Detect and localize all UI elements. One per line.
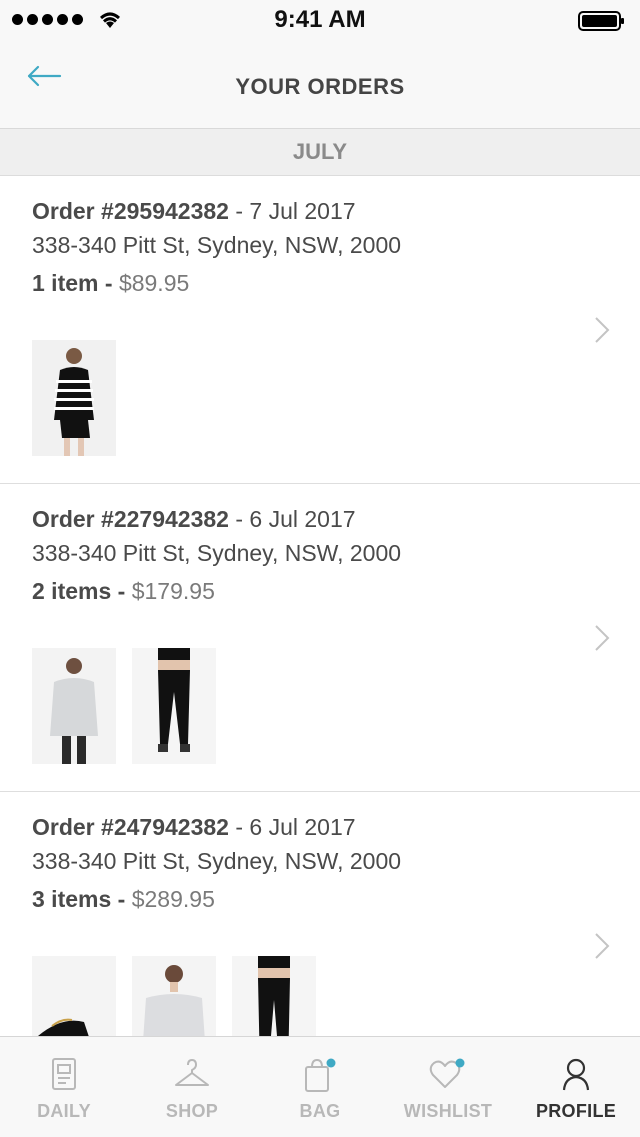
order-thumbnails (32, 340, 116, 456)
product-thumbnail-grey-top (32, 648, 116, 764)
status-time: 9:41 AM (274, 6, 366, 33)
chevron-right-icon (595, 317, 610, 343)
bag-icon (305, 1058, 336, 1092)
order-item-count: 2 items (32, 578, 112, 604)
section-header-month: JULY (0, 129, 640, 176)
navigation-bar: YOUR ORDERS (0, 40, 640, 129)
order-thumbnails (32, 648, 216, 764)
order-heading: Order #295942382 - 7 Jul 2017 (32, 198, 356, 225)
tab-bar: DAILY SHOP BAG WISHLIST PROFILE (0, 1036, 640, 1137)
order-prefix: Order # (32, 198, 114, 224)
order-date: - 6 Jul 2017 (228, 506, 356, 532)
product-thumbnail-black-leggings (132, 648, 216, 764)
chevron-right-icon (595, 933, 610, 959)
order-date: - 6 Jul 2017 (228, 814, 356, 840)
order-price: $89.95 (118, 270, 190, 296)
order-address: 338-340 Pitt St, Sydney, NSW, 2000 (32, 540, 402, 566)
product-thumbnail-striped-sweater (32, 340, 116, 456)
order-item-count: 1 item (32, 270, 99, 296)
order-separator: - (98, 270, 119, 296)
product-thumbnail-black-heels (32, 956, 116, 1036)
orders-list: Order #295942382 - 7 Jul 2017 338-340 Pi… (0, 176, 640, 1036)
daily-icon (52, 1058, 76, 1090)
profile-icon (562, 1058, 590, 1091)
order-date: - 7 Jul 2017 (228, 198, 356, 224)
order-separator: - (111, 578, 132, 604)
bag-notification-dot (326, 1058, 336, 1068)
product-thumbnail-offshoulder-top (132, 956, 216, 1036)
order-prefix: Order # (32, 814, 114, 840)
order-address: 338-340 Pitt St, Sydney, NSW, 2000 (32, 232, 402, 258)
order-thumbnails (32, 956, 316, 1036)
wishlist-notification-dot (455, 1058, 465, 1068)
tab-daily[interactable]: DAILY (0, 1037, 128, 1137)
hanger-icon (175, 1059, 209, 1086)
order-number: 247942382 (113, 814, 229, 840)
order-item-count: 3 items (32, 886, 112, 912)
order-row[interactable]: Order #295942382 - 7 Jul 2017 338-340 Pi… (0, 176, 640, 484)
tab-wishlist[interactable]: WISHLIST (384, 1037, 512, 1137)
order-summary: 2 items - $179.95 (32, 578, 215, 605)
order-heading: Order #227942382 - 6 Jul 2017 (32, 506, 356, 533)
heart-icon (429, 1058, 465, 1088)
tab-label: DAILY (37, 1101, 91, 1121)
order-row[interactable]: Order #247942382 - 6 Jul 2017 338-340 Pi… (0, 792, 640, 1036)
order-summary: 3 items - $289.95 (32, 886, 215, 913)
order-price: $289.95 (131, 886, 215, 912)
tab-bag[interactable]: BAG (256, 1037, 384, 1137)
tab-label: WISHLIST (403, 1101, 493, 1121)
battery-icon (578, 11, 624, 31)
tab-profile[interactable]: PROFILE (512, 1037, 640, 1137)
order-address: 338-340 Pitt St, Sydney, NSW, 2000 (32, 848, 402, 874)
product-thumbnail-black-leggings (232, 956, 316, 1036)
status-bar: 9:41 AM (0, 0, 640, 40)
chevron-right-icon (595, 625, 610, 651)
order-number: 295942382 (113, 198, 229, 224)
tab-label: BAG (299, 1101, 341, 1121)
order-prefix: Order # (32, 506, 114, 532)
tab-label: PROFILE (535, 1101, 617, 1121)
tab-label: SHOP (165, 1101, 219, 1121)
order-summary: 1 item - $89.95 (32, 270, 189, 297)
tab-shop[interactable]: SHOP (128, 1037, 256, 1137)
order-heading: Order #247942382 - 6 Jul 2017 (32, 814, 356, 841)
order-separator: - (111, 886, 132, 912)
page-title: YOUR ORDERS (235, 74, 405, 99)
order-row[interactable]: Order #227942382 - 6 Jul 2017 338-340 Pi… (0, 484, 640, 792)
order-number: 227942382 (113, 506, 229, 532)
order-price: $179.95 (131, 578, 215, 604)
